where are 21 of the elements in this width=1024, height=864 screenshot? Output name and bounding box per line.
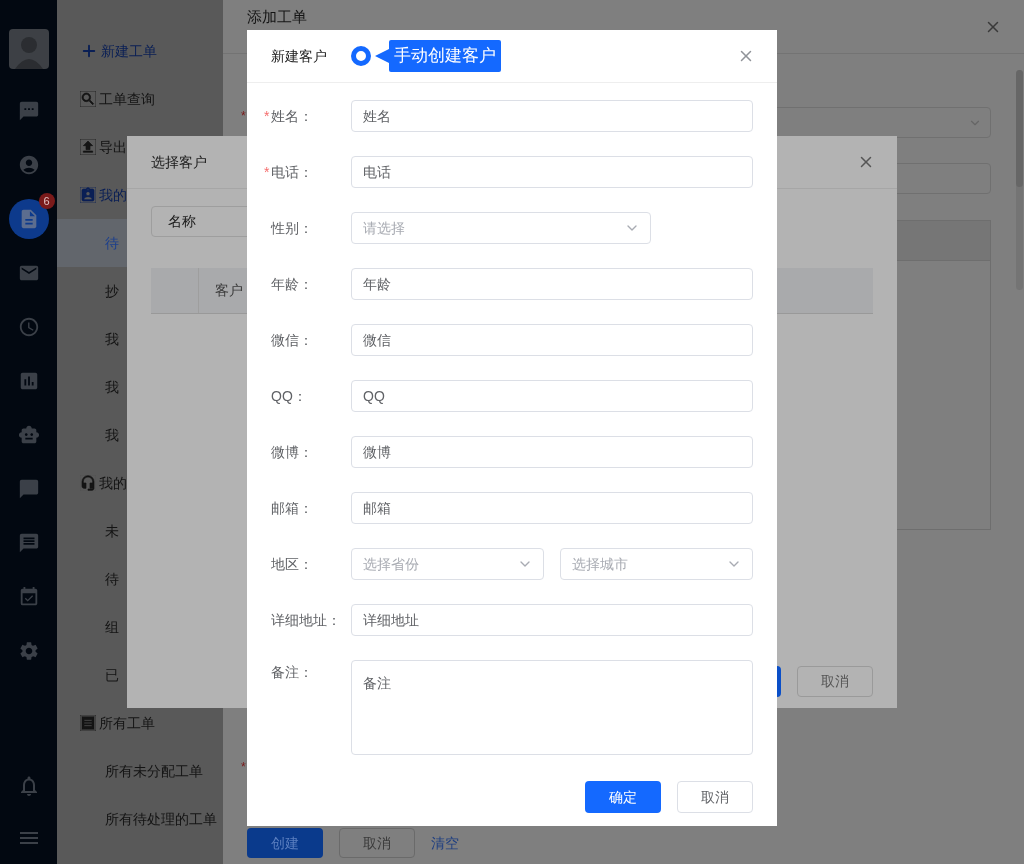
required-mark: *	[241, 759, 247, 776]
field-label: 邮箱：	[271, 498, 313, 518]
field-label: 微信：	[271, 330, 313, 350]
callout-label: 手动创建客户	[375, 40, 501, 72]
required-mark: *	[241, 108, 247, 125]
required-mark: *	[264, 163, 270, 180]
column-header: 客户	[214, 281, 243, 300]
badge: 6	[38, 193, 55, 209]
field-label: 地区：	[271, 554, 313, 574]
field-label: 姓名：	[271, 106, 313, 126]
field-label: 详细地址：	[271, 610, 341, 630]
field-label: 微博：	[271, 442, 313, 462]
window-title: 添加工单	[247, 7, 307, 27]
field-label: 备注：	[271, 663, 313, 682]
dialog-title: 选择客户	[151, 152, 207, 172]
required-mark: *	[264, 107, 270, 124]
field-label: 电话：	[271, 162, 313, 182]
dialog-title: 新建客户	[271, 46, 328, 66]
field-label: 性别：	[271, 218, 313, 238]
field-label: 年龄：	[271, 274, 313, 294]
field-label: QQ：	[271, 386, 307, 406]
